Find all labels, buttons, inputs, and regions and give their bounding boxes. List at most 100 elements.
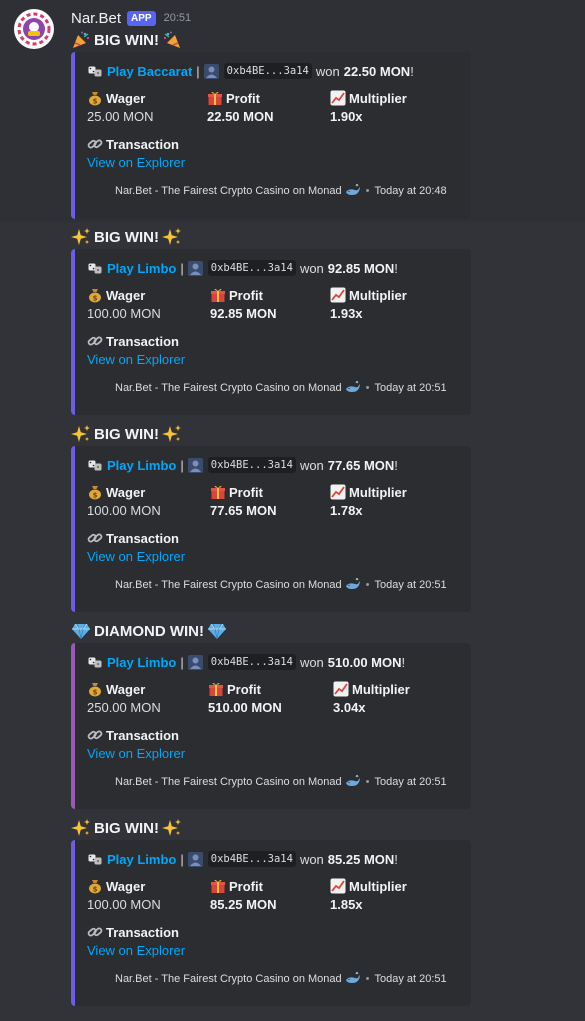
svg-text:$: $ [93, 886, 98, 894]
wager-field: $ Wager 25.00 MON [87, 89, 153, 125]
whale-icon [345, 577, 361, 593]
wager-value: 100.00 MON [87, 897, 161, 912]
profit-field: Profit 92.85 MON [210, 286, 276, 322]
gift-icon [208, 681, 224, 697]
wager-label: Wager [106, 287, 146, 303]
app-badge: APP [127, 10, 156, 26]
profit-label: Profit [227, 681, 261, 697]
sparkles-icon [71, 424, 91, 444]
footer-timestamp: Today at 20:51 [374, 382, 447, 394]
won-text: won [299, 851, 324, 867]
party-popper-icon [71, 30, 91, 50]
chart-increasing-icon [330, 287, 346, 303]
view-on-explorer-link[interactable]: View on Explorer [87, 549, 185, 564]
win-embed: Play Limbo | 0xb4BE...3a14 won 77.65 MON… [71, 446, 471, 612]
user-icon [188, 457, 204, 473]
transaction-field: Transaction View on Explorer [87, 529, 185, 565]
won-suffix: ! [394, 851, 398, 867]
embed-description: Play Limbo | 0xb4BE...3a14 won 92.85 MON… [87, 260, 398, 276]
won-text: won [299, 260, 324, 276]
message-timestamp[interactable]: 20:51 [164, 12, 192, 24]
link-icon [87, 333, 103, 349]
dice-icon [87, 260, 103, 276]
bot-avatar[interactable] [14, 9, 54, 49]
embed-footer: Nar.Bet - The Fairest Crypto Casino on M… [115, 183, 447, 199]
dice-icon [87, 851, 103, 867]
embed-description: Play Baccarat | 0xb4BE...3a14 won 22.50 … [87, 63, 414, 79]
chart-increasing-icon [333, 681, 349, 697]
game-link[interactable]: Play Limbo [107, 852, 176, 867]
user-icon [188, 851, 204, 867]
embed-footer: Nar.Bet - The Fairest Crypto Casino on M… [115, 577, 447, 593]
svg-text:$: $ [93, 295, 98, 303]
whale-icon [345, 774, 361, 790]
sparkles-icon [71, 227, 91, 247]
game-link[interactable]: Play Limbo [107, 261, 176, 276]
money-bag-icon: $ [87, 878, 103, 894]
wager-label: Wager [106, 484, 146, 500]
game-link[interactable]: Play Limbo [107, 458, 176, 473]
embed-footer: Nar.Bet - The Fairest Crypto Casino on M… [115, 774, 447, 790]
gift-icon [207, 90, 223, 106]
footer-text: Nar.Bet - The Fairest Crypto Casino on M… [115, 973, 342, 985]
profit-value: 77.65 MON [210, 503, 277, 518]
embed-description: Play Limbo | 0xb4BE...3a14 won 85.25 MON… [87, 851, 398, 867]
sparkles-icon [162, 818, 182, 838]
multiplier-field: Multiplier 3.04x [333, 680, 410, 715]
footer-separator: • [365, 382, 370, 394]
whale-icon [345, 380, 361, 396]
wallet-address: 0xb4BE...3a14 [207, 457, 296, 473]
game-link[interactable]: Play Limbo [107, 655, 176, 670]
dice-icon [87, 654, 103, 670]
view-on-explorer-link[interactable]: View on Explorer [87, 155, 185, 170]
footer-timestamp: Today at 20:48 [374, 185, 447, 197]
profit-value: 510.00 MON [208, 700, 282, 715]
view-on-explorer-link[interactable]: View on Explorer [87, 746, 185, 761]
multiplier-value: 3.04x [333, 700, 366, 715]
party-popper-icon [162, 30, 182, 50]
game-link[interactable]: Play Baccarat [107, 64, 192, 79]
separator: | [180, 260, 184, 276]
whale-icon [345, 971, 361, 987]
won-amount: 85.25 MON [327, 851, 395, 867]
profit-field: Profit 77.65 MON [210, 483, 277, 519]
view-on-explorer-link[interactable]: View on Explorer [87, 943, 185, 958]
multiplier-label: Multiplier [349, 90, 407, 106]
wager-field: $ Wager 100.00 MON [87, 483, 161, 519]
won-suffix: ! [401, 654, 406, 670]
transaction-label: Transaction [106, 333, 179, 349]
win-title-text: BIG WIN! [94, 425, 159, 443]
embed-footer: Nar.Bet - The Fairest Crypto Casino on M… [115, 971, 447, 987]
won-suffix: ! [394, 260, 398, 276]
win-embed: Play Baccarat | 0xb4BE...3a14 won 22.50 … [71, 52, 471, 219]
won-text: won [315, 63, 340, 79]
win-title: BIG WIN! [71, 817, 182, 839]
multiplier-field: Multiplier 1.90x [330, 89, 407, 124]
embed-footer: Nar.Bet - The Fairest Crypto Casino on M… [115, 380, 447, 396]
won-suffix: ! [410, 63, 414, 79]
sparkles-icon [162, 424, 182, 444]
won-text: won [299, 654, 324, 670]
svg-text:$: $ [93, 98, 98, 106]
username[interactable]: Nar.Bet [71, 10, 121, 27]
embed-description: Play Limbo | 0xb4BE...3a14 won 77.65 MON… [87, 457, 398, 473]
whale-icon [345, 183, 361, 199]
wager-label: Wager [106, 681, 146, 697]
footer-text: Nar.Bet - The Fairest Crypto Casino on M… [115, 185, 342, 197]
money-bag-icon: $ [87, 287, 103, 303]
message-header: Nar.Bet APP 20:51 [71, 9, 191, 27]
multiplier-field: Multiplier 1.85x [330, 877, 407, 912]
wallet-address: 0xb4BE...3a14 [223, 63, 312, 79]
profit-label: Profit [226, 90, 260, 106]
link-icon [87, 727, 103, 743]
footer-text: Nar.Bet - The Fairest Crypto Casino on M… [115, 776, 342, 788]
view-on-explorer-link[interactable]: View on Explorer [87, 352, 185, 367]
svg-text:$: $ [93, 689, 98, 697]
separator: | [196, 63, 200, 79]
profit-label: Profit [229, 287, 263, 303]
separator: | [180, 457, 184, 473]
profit-field: Profit 510.00 MON [208, 680, 282, 716]
gift-icon [210, 878, 226, 894]
transaction-field: Transaction View on Explorer [87, 135, 185, 171]
win-title-text: BIG WIN! [94, 228, 159, 246]
